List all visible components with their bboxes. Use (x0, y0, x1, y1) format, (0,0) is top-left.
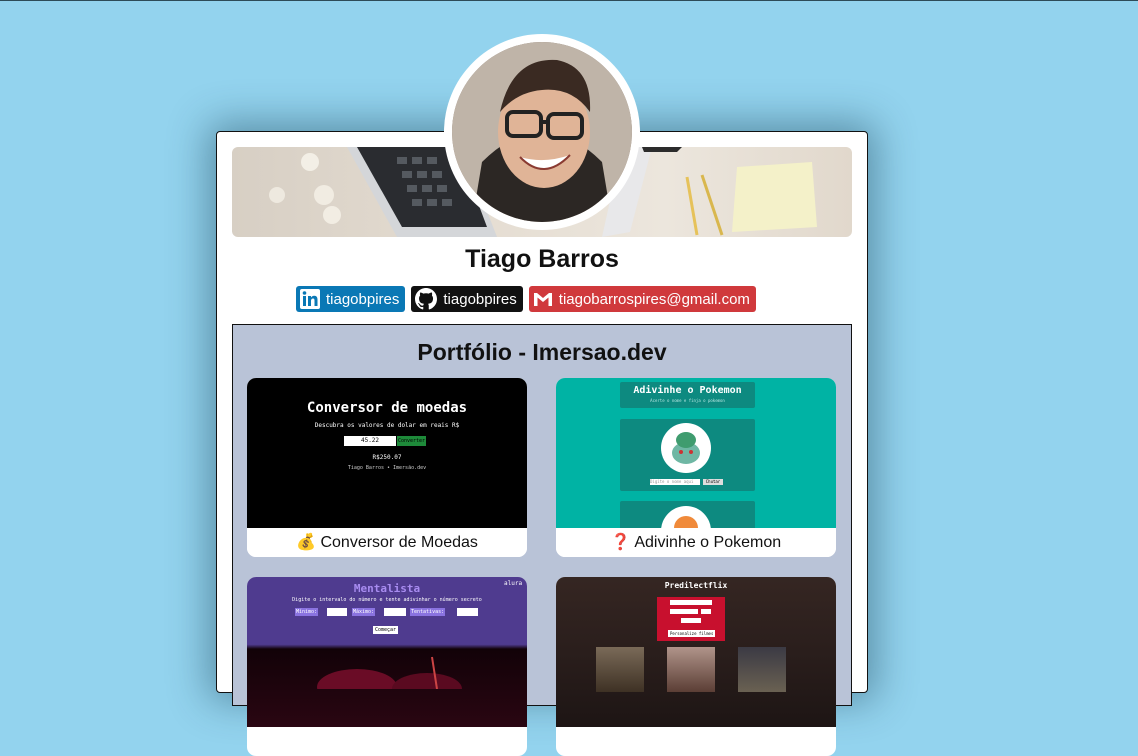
project-card-mentalista[interactable]: Mentalista alura Digite o intervalo do n… (247, 577, 527, 756)
project-thumbnail-conversor: Conversor de moedas Descubra os valores … (247, 378, 527, 528)
preview-footer: Tiago Barros • Imersão.dev (347, 465, 427, 471)
preview-pokemon-panel: Digite o nome aqui Chutar (620, 419, 755, 491)
preview-brand: alura (504, 580, 523, 587)
profile-photo (452, 42, 632, 222)
movie-poster (667, 647, 715, 692)
preview-input: 45.22 (344, 436, 396, 446)
portfolio-section: Portfólio - Imersao.dev Conversor de moe… (232, 324, 852, 756)
preview-dark-art (317, 656, 462, 689)
pokemon-image (661, 423, 711, 473)
project-thumbnail-mentalista: Mentalista alura Digite o intervalo do n… (247, 577, 527, 727)
preview-title: Adivinhe o Pokemon (633, 385, 742, 396)
charmander-icon (674, 516, 698, 528)
preview-field-tries: Tentativas: (410, 608, 446, 616)
project-thumbnail-pokemon: Adivinhe o Pokemon Acerte o nome e finja… (556, 378, 836, 528)
linkedin-label: tiagobpires (326, 290, 400, 308)
preview-button: Converter (397, 436, 426, 446)
preview-field-min: Mínimo: (295, 608, 319, 616)
preview-field-max: Máximo: (352, 608, 376, 616)
preview-result: R$250.07 (372, 454, 402, 461)
project-label-pokemon: ❓ Adivinhe o Pokemon (556, 528, 836, 557)
preview-button: Começar (373, 626, 399, 634)
project-card-pokemon[interactable]: Adivinhe o Pokemon Acerte o nome e finja… (556, 378, 836, 557)
avatar-frame (444, 34, 640, 230)
preview-title: Predilectflix (664, 581, 728, 590)
avatar (452, 42, 632, 222)
preview-input: Digite o nome aqui (650, 479, 700, 485)
github-link[interactable]: tiagobpires (411, 286, 523, 312)
gmail-link[interactable]: tiagobarrospires@gmail.com (528, 286, 756, 312)
pokemon-image-2 (661, 506, 711, 528)
project-label-conversor: 💰 Conversor de Moedas (247, 528, 527, 557)
preview-subtitle: Digite o intervalo do número e tente adi… (292, 597, 482, 603)
preview-subtitle: Descubra os valores de dolar em reais R$ (314, 422, 460, 429)
preview-button: Chutar (703, 479, 723, 485)
project-card-conversor[interactable]: Conversor de moedas Descubra os valores … (247, 378, 527, 557)
movie-poster (738, 647, 786, 692)
linkedin-icon (300, 289, 320, 309)
top-border (0, 0, 1138, 1)
bulbasaur-icon (672, 432, 700, 464)
github-icon (415, 288, 438, 310)
profile-name: Tiago Barros (465, 245, 619, 273)
preview-subtitle: Acerte o nome e finja o pokemon (650, 398, 725, 403)
github-label: tiagobpires (443, 290, 517, 308)
social-links: tiagobpires tiagobpires tiagobarrospires… (296, 286, 756, 312)
project-card-predilectflix[interactable]: Predilectflix Personalize filmes (556, 577, 836, 756)
portfolio-title: Portfólio - Imersao.dev (417, 339, 667, 365)
movie-poster (596, 647, 644, 692)
gmail-icon (533, 293, 552, 306)
preview-title: Conversor de moedas (306, 400, 468, 416)
gmail-label: tiagobarrospires@gmail.com (558, 290, 750, 308)
preview-title: Mentalista (353, 582, 421, 595)
linkedin-link[interactable]: tiagobpires (296, 286, 406, 312)
project-thumbnail-predilectflix: Predilectflix Personalize filmes (556, 577, 836, 727)
preview-button: Personalize filmes (668, 630, 716, 637)
